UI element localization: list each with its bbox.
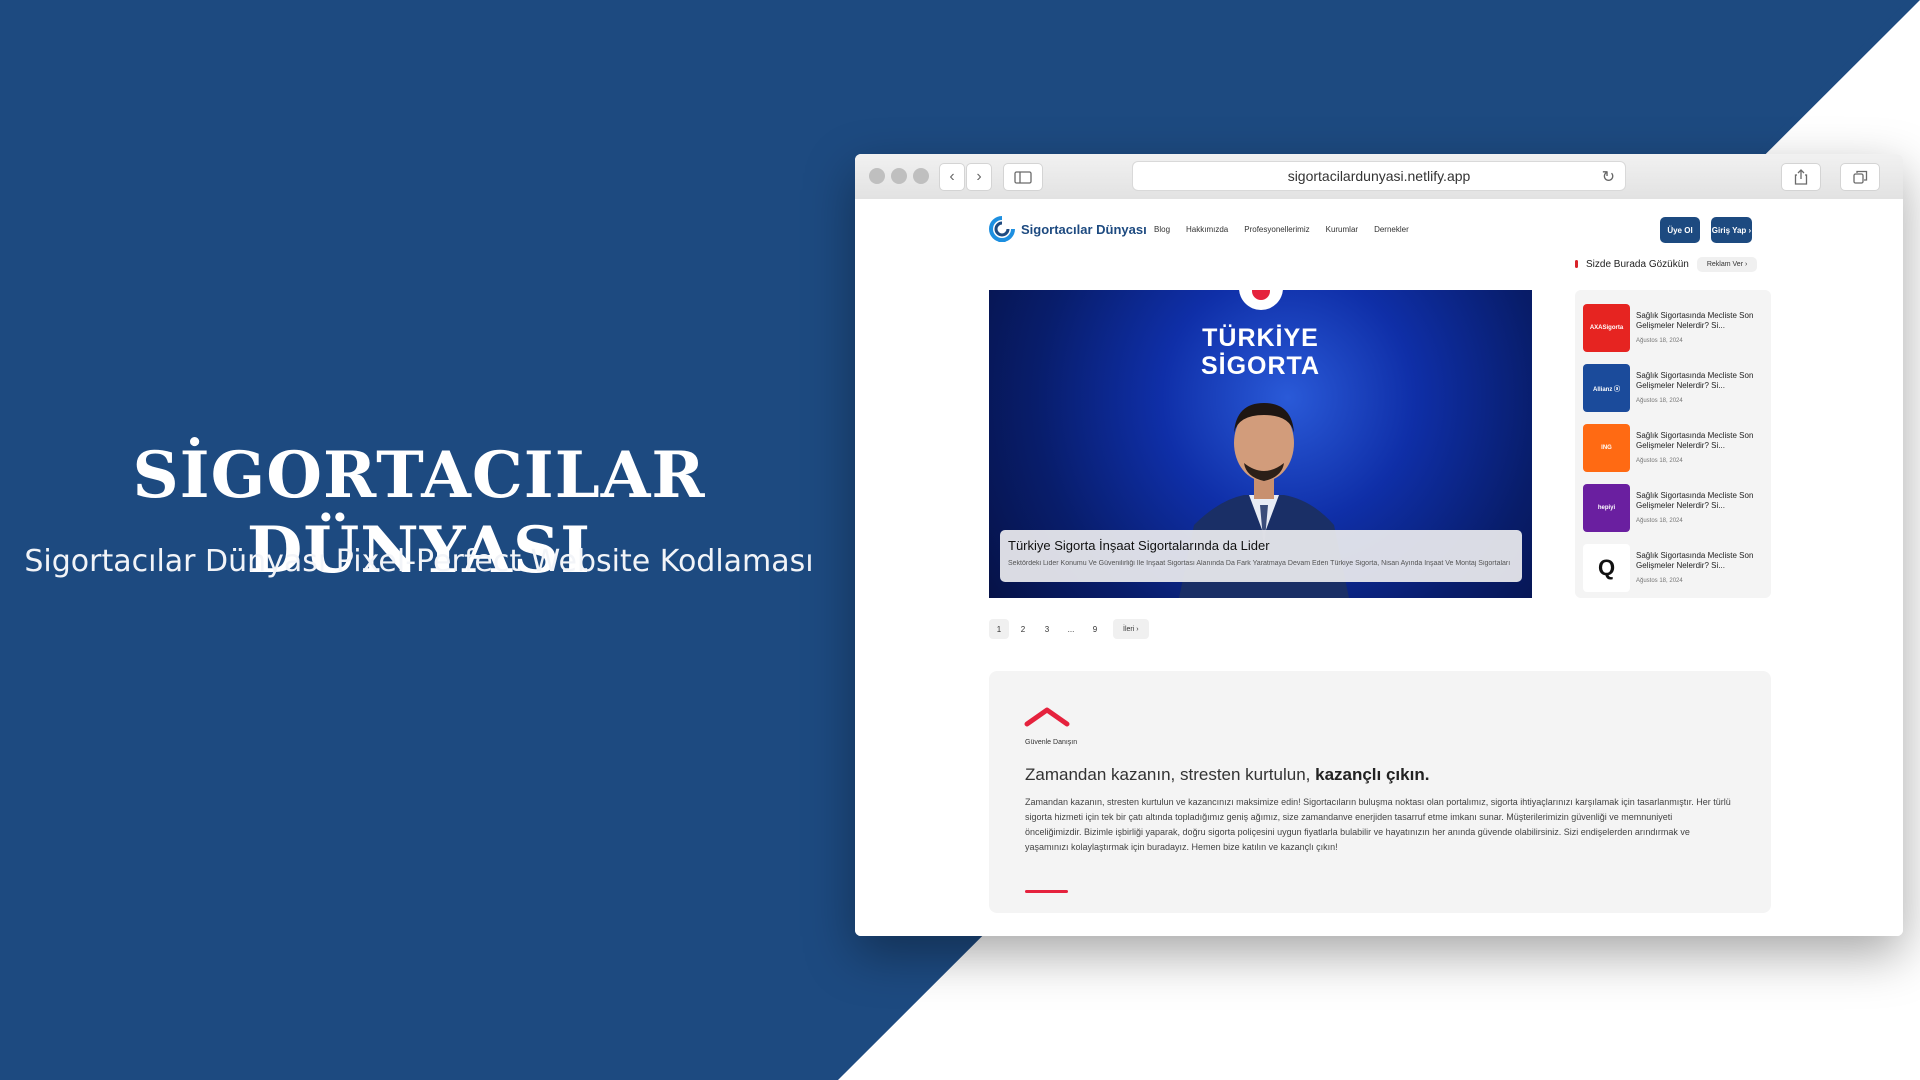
featured-post[interactable]: TÜRKİYE SİGORTA Türkiye Sigorta İnşaat S… <box>989 290 1532 598</box>
news-title: Sağlık Sigortasında Mecliste Son Gelişme… <box>1636 551 1754 570</box>
share-icon <box>1794 169 1808 185</box>
news-date: Ağustos 18, 2024 <box>1636 518 1683 524</box>
minimize-window-button[interactable] <box>891 168 907 184</box>
page-2[interactable]: 2 <box>1013 619 1033 639</box>
logo-text: Sigortacılar Dünyası <box>1021 221 1147 237</box>
news-date: Ağustos 18, 2024 <box>1636 398 1683 404</box>
signup-button[interactable]: Üye Ol <box>1660 217 1700 243</box>
address-bar[interactable]: sigortacilardunyasi.netlify.app ↻ <box>1132 161 1626 191</box>
news-item[interactable]: Q Sağlık Sigortasında Mecliste Son Geliş… <box>1583 544 1765 592</box>
web-page: Sigortacılar Dünyası Blog Hakkımızda Pro… <box>855 199 1903 936</box>
chevron-right-icon: › <box>976 168 982 185</box>
main-menu: Blog Hakkımızda Profesyonellerimiz Kurum… <box>1154 225 1409 234</box>
site-header: Sigortacılar Dünyası Blog Hakkımızda Pro… <box>989 214 1771 246</box>
login-button[interactable]: Giriş Yap › <box>1711 217 1752 243</box>
sidebar-toggle-button[interactable] <box>1003 163 1043 191</box>
tabs-icon <box>1852 170 1867 184</box>
featured-excerpt: Sektördeki Lider Konumu Ve Güvenilirliği… <box>1008 560 1511 567</box>
close-window-button[interactable] <box>869 168 885 184</box>
card-label: Güvenle Danışın <box>1025 739 1078 746</box>
menu-item-about[interactable]: Hakkımızda <box>1186 225 1228 234</box>
url-text: sigortacilardunyasi.netlify.app <box>1287 168 1471 184</box>
news-date: Ağustos 18, 2024 <box>1636 458 1683 464</box>
pagination: 1 2 3 ... 9 İleri › <box>989 619 1149 639</box>
zoom-window-button[interactable] <box>913 168 929 184</box>
news-thumbnail: ING <box>1583 424 1630 472</box>
card-heading-plain: Zamandan kazanın, stresten kurtulun, <box>1025 765 1316 784</box>
browser-window: ‹ › sigortacilardunyasi.netlify.app ↻ Si… <box>855 154 1903 936</box>
page-ellipsis: ... <box>1067 624 1075 634</box>
menu-item-institutions[interactable]: Kurumlar <box>1326 225 1358 234</box>
news-item[interactable]: hepiyi Sağlık Sigortasında Mecliste Son … <box>1583 484 1765 532</box>
card-accent-line <box>1025 890 1068 893</box>
turkiye-sigorta-logo <box>1239 290 1283 310</box>
chevron-left-icon: ‹ <box>949 168 955 185</box>
news-title: Sağlık Sigortasında Mecliste Son Gelişme… <box>1636 431 1754 450</box>
page-3[interactable]: 3 <box>1037 619 1057 639</box>
ad-text: Sizde Burada Gözükün <box>1586 258 1689 270</box>
news-thumbnail: Allianz ⓐ <box>1583 364 1630 412</box>
sidebar-icon <box>1014 170 1032 184</box>
menu-item-professionals[interactable]: Profesyonellerimiz <box>1244 225 1309 234</box>
card-body: Zamandan kazanın, stresten kurtulun ve k… <box>1025 797 1731 852</box>
news-date: Ağustos 18, 2024 <box>1636 338 1683 344</box>
reload-icon[interactable]: ↻ <box>1602 167 1615 187</box>
news-title: Sağlık Sigortasında Mecliste Son Gelişme… <box>1636 491 1754 510</box>
site-logo[interactable]: Sigortacılar Dünyası <box>989 216 1147 242</box>
featured-title[interactable]: Türkiye Sigorta İnşaat Sigortalarında da… <box>1008 538 1270 553</box>
news-title: Sağlık Sigortasında Mecliste Son Gelişme… <box>1636 311 1754 330</box>
forward-button[interactable]: › <box>966 163 992 191</box>
hero-subtitle: Sigortacılar Dünyası Pixel-Perfect Websi… <box>24 544 814 579</box>
share-button[interactable] <box>1781 163 1821 191</box>
menu-item-blog[interactable]: Blog <box>1154 225 1170 234</box>
tabs-button[interactable] <box>1840 163 1880 191</box>
brand-line-1: TÜRKİYE <box>1202 324 1319 352</box>
card-heading-bold: kazançlı çıkın. <box>1315 765 1430 784</box>
news-thumbnail: AXASigorta <box>1583 304 1630 352</box>
news-item[interactable]: Allianz ⓐ Sağlık Sigortasında Mecliste S… <box>1583 364 1765 412</box>
news-date: Ağustos 18, 2024 <box>1636 578 1683 584</box>
featured-caption: Türkiye Sigorta İnşaat Sigortalarında da… <box>1000 530 1522 582</box>
page-9[interactable]: 9 <box>1085 619 1105 639</box>
news-title: Sağlık Sigortasında Mecliste Son Gelişme… <box>1636 371 1754 390</box>
page-1[interactable]: 1 <box>989 619 1009 639</box>
ad-bar: Sizde Burada Gözükün Reklam Ver › <box>1575 254 1771 274</box>
advertise-button[interactable]: Reklam Ver › <box>1696 256 1758 272</box>
roof-chevron-icon <box>1024 707 1070 727</box>
featured-brand-text: TÜRKİYE SİGORTA <box>989 324 1532 380</box>
card-heading: Zamandan kazanın, stresten kurtulun, kaz… <box>1025 765 1429 785</box>
news-thumbnail: hepiyi <box>1583 484 1630 532</box>
news-item[interactable]: AXASigorta Sağlık Sigortasında Mecliste … <box>1583 304 1765 352</box>
browser-toolbar: ‹ › sigortacilardunyasi.netlify.app ↻ <box>855 154 1903 200</box>
news-item[interactable]: ING Sağlık Sigortasında Mecliste Son Gel… <box>1583 424 1765 472</box>
logo-icon <box>989 216 1015 242</box>
news-sidebar: AXASigorta Sağlık Sigortasında Mecliste … <box>1575 290 1771 598</box>
next-page-button[interactable]: İleri › <box>1113 619 1149 639</box>
menu-item-associations[interactable]: Dernekler <box>1374 225 1409 234</box>
info-card: Güvenle Danışın Zamandan kazanın, strest… <box>989 671 1771 913</box>
news-thumbnail: Q <box>1583 544 1630 592</box>
red-marker <box>1575 260 1578 268</box>
back-button[interactable]: ‹ <box>939 163 965 191</box>
